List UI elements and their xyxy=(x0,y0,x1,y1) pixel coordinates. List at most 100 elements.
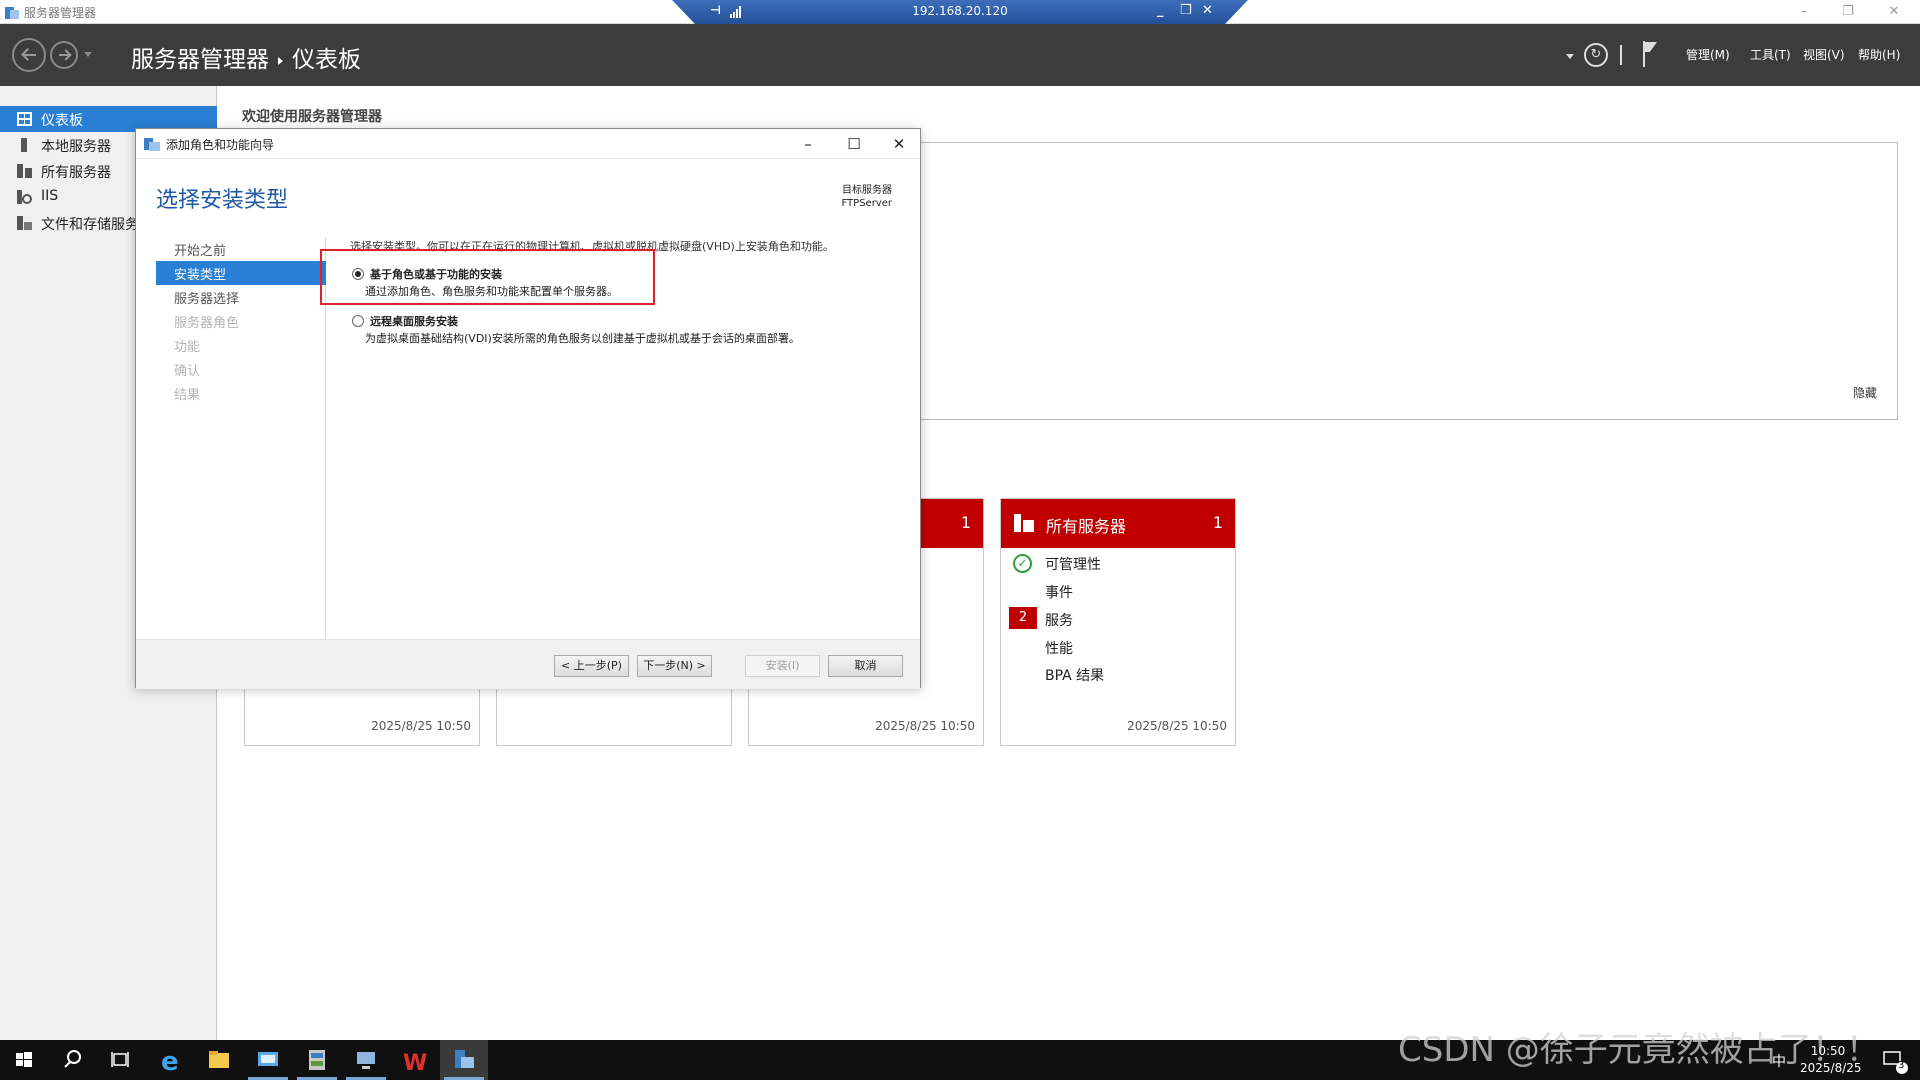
step-label: 安装类型 xyxy=(174,268,227,283)
install-button: 安装(I) xyxy=(745,655,820,677)
windows-logo-icon xyxy=(16,1052,32,1067)
server-manager-icon xyxy=(455,1050,474,1068)
task-view-icon xyxy=(111,1052,129,1067)
start-button[interactable] xyxy=(0,1040,48,1080)
dashboard-icon xyxy=(17,112,32,126)
step-label: 服务器角色 xyxy=(174,316,240,331)
tile-row-services[interactable]: 服务 xyxy=(1045,610,1073,630)
cancel-button[interactable]: 取消 xyxy=(828,655,903,677)
folder-icon xyxy=(209,1051,229,1068)
next-button[interactable]: 下一步(N) > xyxy=(637,655,712,677)
network-icon xyxy=(357,1052,375,1069)
notification-count: 3 xyxy=(1898,1060,1905,1071)
taskbar-ie-button[interactable]: e xyxy=(146,1040,194,1080)
history-dropdown-icon[interactable] xyxy=(84,52,92,57)
step-results: 结果 xyxy=(156,381,326,405)
wizard-close-button[interactable]: ✕ xyxy=(884,133,914,155)
sidebar-item-label: 所有服务器 xyxy=(41,165,111,181)
iis-icon xyxy=(17,190,32,204)
option-title: 远程桌面服务安装 xyxy=(370,315,458,328)
tile-count: 1 xyxy=(1212,513,1223,532)
tile-title: 所有服务器 xyxy=(1046,517,1127,536)
menu-manage[interactable]: 管理(M) xyxy=(1686,46,1730,63)
rdp-connection-bar: ⊣ 192.168.20.120 _ ❐ ✕ xyxy=(672,0,1248,24)
previous-button[interactable]: < 上一步(P) xyxy=(554,655,629,677)
rdp-minimize-button[interactable]: _ xyxy=(1157,3,1164,18)
breadcrumb-root[interactable]: 服务器管理器 xyxy=(131,47,269,73)
taskbar-app-button[interactable] xyxy=(244,1040,292,1080)
rdp-close-button[interactable]: ✕ xyxy=(1202,3,1213,18)
hide-welcome-link[interactable]: 隐藏 xyxy=(1853,384,1877,401)
watermark-text: CSDN @徐子元竟然被占了！！ xyxy=(1398,1030,1880,1070)
search-button[interactable] xyxy=(48,1040,96,1080)
task-view-button[interactable] xyxy=(96,1040,144,1080)
taskbar-app-button[interactable] xyxy=(342,1040,390,1080)
step-label: 功能 xyxy=(174,340,201,355)
step-installation-type[interactable]: 安装类型 xyxy=(156,261,326,285)
rdp-restore-button[interactable]: ❐ xyxy=(1180,3,1192,18)
taskbar-wps-button[interactable]: W xyxy=(391,1040,439,1080)
sidebar-item-label: 本地服务器 xyxy=(41,139,111,155)
radio-remote-desktop[interactable] xyxy=(352,315,364,327)
step-server-roles: 服务器角色 xyxy=(156,309,326,333)
breadcrumb-separator-icon xyxy=(278,56,283,65)
window-title: 服务器管理器 xyxy=(24,6,97,20)
search-icon xyxy=(64,1050,81,1068)
wizard-minimize-button[interactable]: – xyxy=(793,133,823,155)
sidebar-item-label: 文件和存储服务 xyxy=(41,217,139,233)
header-dropdown-icon[interactable] xyxy=(1566,54,1574,59)
window-restore-button[interactable]: ❐ xyxy=(1830,2,1866,22)
sidebar-item-label: IIS xyxy=(41,188,59,204)
header-divider xyxy=(1620,45,1622,65)
tile-row-events[interactable]: 事件 xyxy=(1045,582,1073,602)
step-label: 开始之前 xyxy=(174,244,227,259)
back-button[interactable] xyxy=(12,38,46,72)
tile-timestamp: 2025/8/25 10:50 xyxy=(875,719,975,733)
wizard-title-bar: 添加角色和功能向导 – ☐ ✕ xyxy=(136,129,920,159)
menu-help[interactable]: 帮助(H) xyxy=(1858,46,1900,63)
wizard-maximize-button[interactable]: ☐ xyxy=(839,133,869,155)
tile-row-performance[interactable]: 性能 xyxy=(1045,638,1073,658)
sidebar-item-label: 仪表板 xyxy=(41,113,83,129)
control-panel-icon xyxy=(309,1050,325,1070)
menu-view[interactable]: 视图(V) xyxy=(1803,46,1845,63)
manageability-ok-icon: ✓ xyxy=(1013,554,1032,573)
target-server-label: 目标服务器 xyxy=(842,185,892,196)
notifications-flag-icon[interactable] xyxy=(1643,41,1657,67)
welcome-heading: 欢迎使用服务器管理器 xyxy=(242,109,382,125)
wizard-app-icon xyxy=(144,138,160,151)
server-manager-app-icon xyxy=(5,7,19,19)
step-confirmation: 确认 xyxy=(156,357,326,381)
wizard-title: 添加角色和功能向导 xyxy=(166,138,275,152)
storage-icon xyxy=(17,216,32,230)
remote-desktop-icon xyxy=(258,1052,278,1066)
services-alert-badge: 2 xyxy=(1009,607,1037,629)
tile-header[interactable]: 所有服务器 1 xyxy=(1001,499,1235,548)
all-servers-tile[interactable]: 所有服务器 1 ✓ 可管理性 事件 2 服务 性能 BPA 结果 2025/8/… xyxy=(1000,498,1236,746)
step-server-selection[interactable]: 服务器选择 xyxy=(156,285,326,309)
target-server-info: 目标服务器 FTPServer xyxy=(841,184,892,210)
taskbar-app-button[interactable] xyxy=(293,1040,341,1080)
forward-button[interactable] xyxy=(50,41,78,69)
target-server-name: FTPServer xyxy=(841,198,892,209)
svg-text:W: W xyxy=(403,1051,427,1076)
taskbar-explorer-button[interactable] xyxy=(195,1040,243,1080)
window-close-button[interactable]: ✕ xyxy=(1876,2,1912,22)
tile-timestamp: 2025/8/25 10:50 xyxy=(371,719,471,733)
wizard-page-heading: 选择安装类型 xyxy=(156,188,289,213)
wps-office-icon: W xyxy=(403,1051,427,1076)
breadcrumb-current: 仪表板 xyxy=(292,47,361,73)
menu-tools[interactable]: 工具(T) xyxy=(1750,46,1791,63)
servers-icon xyxy=(1014,514,1034,532)
tile-row-manageability[interactable]: 可管理性 xyxy=(1045,554,1101,574)
window-minimize-button[interactable]: – xyxy=(1786,2,1822,22)
refresh-icon[interactable]: ↻ xyxy=(1584,43,1608,67)
selection-highlight-box xyxy=(320,249,655,305)
taskbar-server-manager-button[interactable] xyxy=(440,1040,488,1080)
tile-row-bpa[interactable]: BPA 结果 xyxy=(1045,665,1104,685)
add-roles-wizard-dialog: 添加角色和功能向导 – ☐ ✕ 选择安装类型 目标服务器 FTPServer 开… xyxy=(135,128,921,689)
breadcrumb: 服务器管理器 仪表板 xyxy=(131,40,361,74)
tile-timestamp: 2025/8/25 10:50 xyxy=(1127,719,1227,733)
step-before-you-begin[interactable]: 开始之前 xyxy=(156,237,326,261)
step-label: 服务器选择 xyxy=(174,292,240,307)
